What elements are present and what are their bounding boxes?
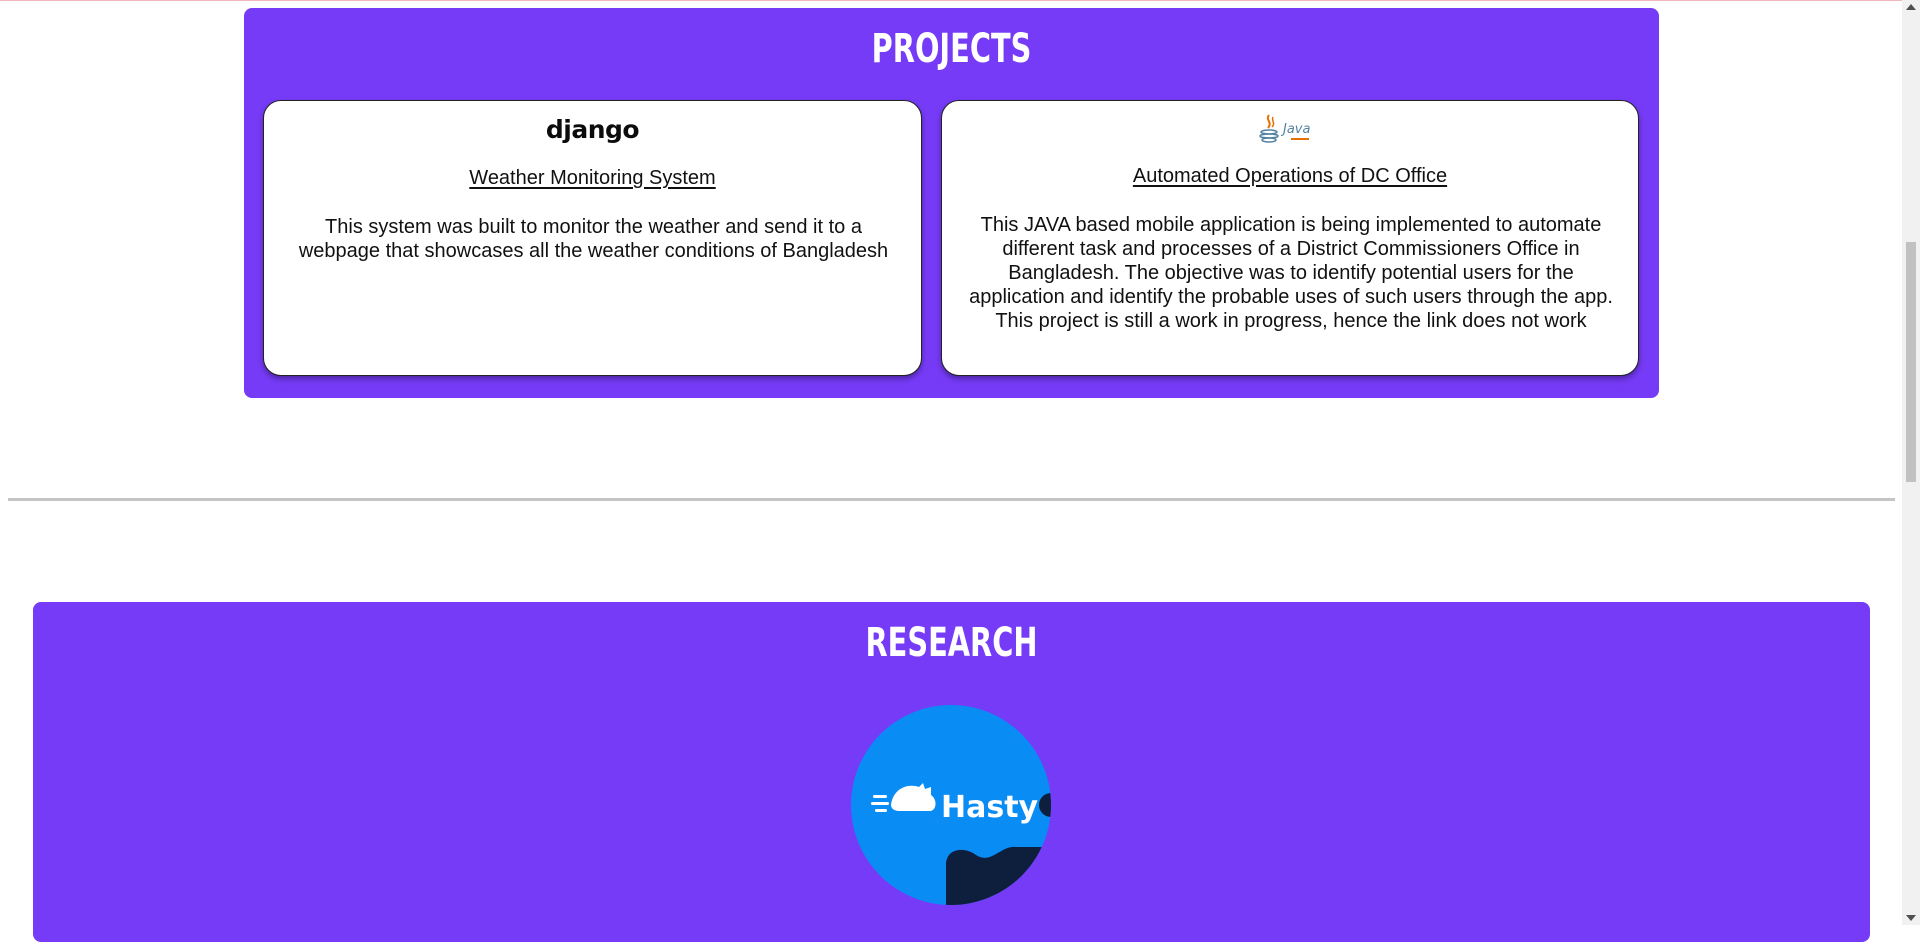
project-description-dc-office: This JAVA based mobile application is be… [969,214,1613,332]
top-border-line [0,0,1902,1]
projects-title: PROJECTS [871,26,1032,72]
django-logo: django [545,115,640,144]
research-section: RESEARCH Hasty [33,602,1870,942]
svg-text:Java: Java [1280,122,1310,137]
projects-section: PROJECTS django Weather Monitoring Syste… [244,8,1659,398]
scrollbar-thumb[interactable] [1906,242,1916,482]
scroll-up-icon[interactable] [1906,4,1916,10]
scroll-down-icon[interactable] [1906,915,1916,921]
java-logo-icon: Java [1259,114,1310,143]
project-link-weather[interactable]: Weather Monitoring System [264,167,921,190]
project-card-weather: django Weather Monitoring System This sy… [263,100,922,376]
hasty-logo-icon[interactable]: Hasty [851,705,1051,905]
page-scrollbar[interactable] [1902,0,1920,925]
project-link-dc-office[interactable]: Automated Operations of DC Office [942,165,1638,188]
project-card-dc-office: Java Automated Operations of DC Office T… [941,100,1639,376]
research-title: RESEARCH [865,620,1038,666]
svg-text:Hasty: Hasty [941,790,1039,825]
section-divider [8,498,1895,501]
project-description-weather: This system was built to monitor the wea… [298,216,889,262]
